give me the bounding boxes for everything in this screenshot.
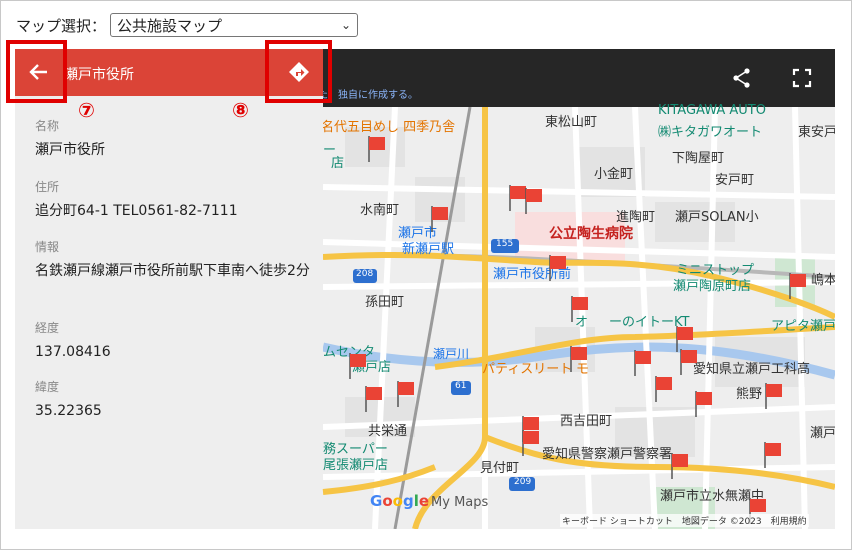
label-magotacho: 孫田町 (365, 295, 405, 310)
annotation-number-8: ⑧ (232, 98, 249, 122)
flag-marker[interactable] (364, 385, 384, 413)
field-latitude-key: 緯度 (35, 380, 60, 394)
map-selector: マップ選択： 公共施設マップ ⌄ (16, 13, 359, 37)
toolbar-hint: た、独自に作成する。 (318, 90, 418, 101)
fullscreen-icon[interactable] (790, 66, 814, 90)
route-208: 208 (356, 269, 374, 279)
route-61: 61 (455, 381, 467, 391)
poi-solan[interactable]: 瀬戸SOLAN小 (675, 206, 759, 225)
map-container: た、独自に作成する。 155 208 61 209 名代五目めし 四季乃舎 ー … (15, 49, 835, 529)
field-latitude: 緯度 35.22365 (35, 378, 315, 421)
map-attribution[interactable]: キーボード ショートカット 地図データ ©2023 利用規約 (560, 514, 809, 527)
google-my-maps-logo: Google My Maps (370, 492, 489, 510)
label-kumano: 熊野 (736, 387, 763, 402)
flag-marker[interactable] (367, 135, 387, 163)
details-panel: 瀬戸市役所 名称 瀬戸市役所 住所 追分町64-1 TEL0561-82-711… (15, 49, 323, 440)
poi-supermarket-2[interactable]: 尾張瀬戸店 (323, 454, 388, 473)
field-name: 名称 瀬戸市役所 (35, 117, 315, 160)
label-yasudo: 安戸町 (715, 173, 755, 188)
field-latitude-value: 35.22365 (35, 403, 102, 419)
poi-kitagawa-en[interactable]: KITAGAWA AUTO (658, 103, 766, 118)
field-address-key: 住所 (35, 180, 60, 194)
flag-marker[interactable] (569, 345, 589, 373)
map-select-value: 公共施設マップ (117, 16, 223, 35)
annotation-number-7: ⑦ (78, 98, 95, 122)
flag-marker[interactable] (430, 205, 450, 233)
label-kogane: 小金町 (594, 167, 634, 182)
poi-apita[interactable]: アピタ瀬戸 (771, 315, 835, 334)
share-icon[interactable] (730, 66, 754, 90)
chevron-down-icon: ⌄ (340, 18, 352, 32)
label-shima: 嶋本町 (811, 273, 835, 288)
highlight-back-button (6, 40, 67, 103)
map-selector-label: マップ選択： (16, 16, 107, 35)
label-minaminami: 水南町 (360, 203, 400, 218)
flag-marker[interactable] (524, 187, 544, 215)
poi-police[interactable]: 愛知県警察瀬戸警察署 (542, 443, 672, 462)
flag-marker[interactable] (694, 390, 714, 418)
flag-marker[interactable] (521, 429, 541, 457)
route-209: 209 (514, 477, 532, 487)
label-higashimatsuyama: 東松山町 (545, 115, 598, 130)
flag-marker[interactable] (763, 441, 783, 469)
field-info-value: 名鉄瀬戸線瀬戸市役所前駅下車南へ徒歩2分 (35, 263, 310, 279)
label-higashiyado: 東安戸町 (798, 125, 835, 140)
details-title: 瀬戸市役所 (64, 67, 134, 83)
label-mitsuke: 見付町 (480, 461, 520, 476)
poi-restaurant[interactable]: 名代五目めし 四季乃舎 (321, 116, 455, 135)
label-setogawa: 瀬戸川 (433, 347, 470, 361)
field-longitude-value: 137.08416 (35, 344, 111, 360)
field-longitude: 経度 137.08416 (35, 319, 315, 362)
label-nishikoda: 西吉田町 (560, 414, 613, 429)
flag-marker[interactable] (548, 254, 568, 282)
poi-kitagawa-jp[interactable]: ㈱キタガワオート (658, 121, 762, 140)
poi-patisserie[interactable]: パティスリート (482, 358, 572, 377)
poi-store2: 店 (331, 156, 345, 171)
flag-marker[interactable] (764, 382, 784, 410)
poi-hospital[interactable]: 公立陶生病院 (549, 223, 633, 243)
field-info: 情報 名鉄瀬戸線瀬戸市役所前駅下車南へ徒歩2分 (35, 238, 315, 281)
poi-shinseto-station[interactable]: 新瀬戸駅 (402, 238, 454, 257)
label-shimoyaya: 下陶屋町 (672, 151, 725, 166)
highlight-directions-button (265, 40, 332, 103)
label-kyoei: 共栄通 (368, 424, 408, 439)
field-info-key: 情報 (35, 240, 60, 254)
field-longitude-key: 経度 (35, 321, 60, 335)
label-seto: 瀬戸 (810, 426, 835, 441)
poi-aichi-kogyo[interactable]: 愛知県立瀬戸工科高 (693, 358, 810, 377)
flag-marker[interactable] (633, 349, 653, 377)
flag-marker[interactable] (396, 380, 416, 408)
field-name-value: 瀬戸市役所 (35, 142, 105, 158)
field-name-key: 名称 (35, 119, 60, 133)
field-address-value: 追分町64-1 TEL0561-82-7111 (35, 203, 238, 219)
flag-marker[interactable] (670, 452, 690, 480)
flag-marker[interactable] (570, 295, 590, 323)
flag-marker[interactable] (788, 272, 808, 300)
map-select-dropdown[interactable]: 公共施設マップ ⌄ (110, 13, 359, 37)
field-address: 住所 追分町64-1 TEL0561-82-7111 (35, 178, 315, 221)
flag-marker[interactable] (679, 348, 699, 376)
flag-marker[interactable] (348, 352, 368, 380)
flag-marker[interactable] (654, 375, 674, 403)
route-155: 155 (496, 239, 514, 249)
poi-ministop-2[interactable]: 瀬戸陶原町店 (673, 275, 751, 294)
